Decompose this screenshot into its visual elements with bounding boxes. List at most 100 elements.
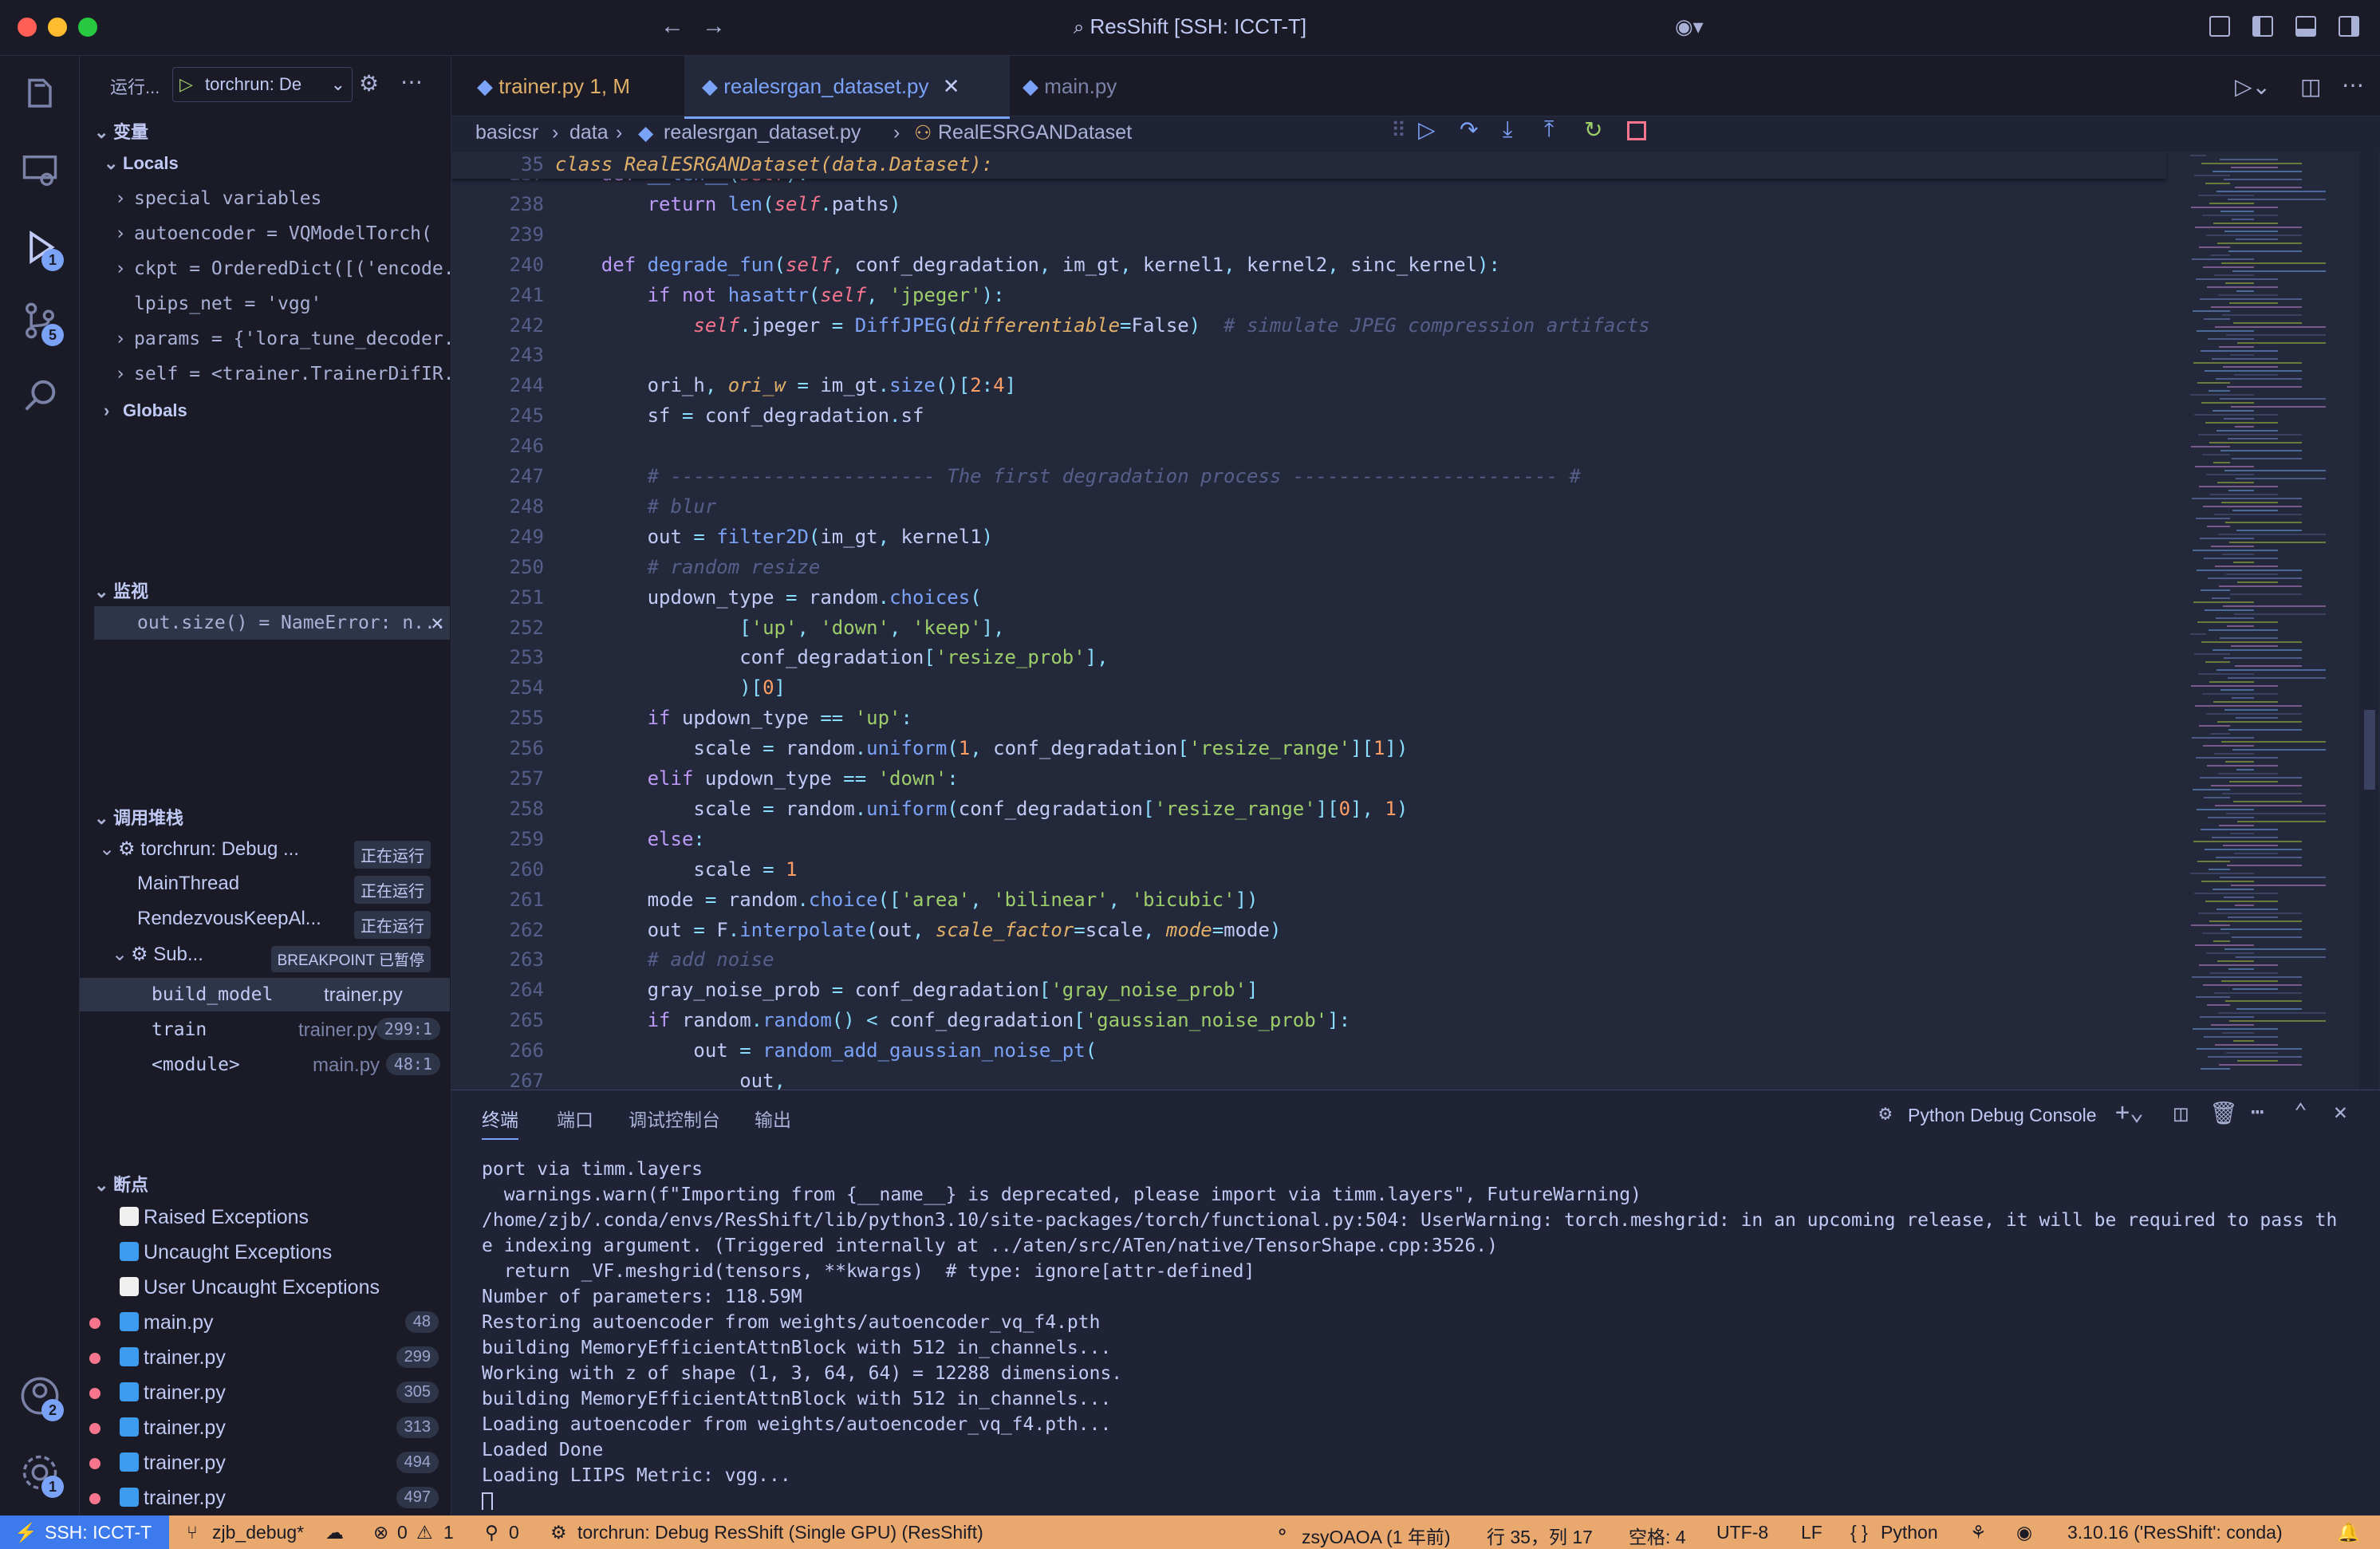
- locals-header[interactable]: ⌄ Locals: [104, 153, 179, 174]
- line-number[interactable]: 263: [480, 948, 544, 971]
- line-number[interactable]: 261: [480, 889, 544, 911]
- restart-icon[interactable]: ↻: [1584, 116, 1602, 143]
- launch-config-select[interactable]: ▷ torchrun: De ⌄: [172, 67, 353, 102]
- code-line[interactable]: 265 if random.random() < conf_degradatio…: [451, 1006, 2166, 1036]
- line-number[interactable]: 259: [480, 828, 544, 850]
- line-number[interactable]: 238: [480, 193, 544, 215]
- tab-trainer[interactable]: ◆ trainer.py 1, M: [459, 56, 695, 116]
- breakpoint-item[interactable]: main.py 48: [80, 1307, 451, 1340]
- line-number[interactable]: 246: [480, 435, 544, 457]
- remote-explorer-icon[interactable]: [19, 150, 61, 191]
- language-mode[interactable]: Python: [1881, 1522, 1938, 1543]
- code-line[interactable]: 247 # ----------------------- The first …: [451, 462, 2166, 492]
- tab-terminal[interactable]: 终端: [482, 1105, 518, 1140]
- warning-count[interactable]: 1: [443, 1522, 454, 1543]
- session-row[interactable]: ⌄ ⚙ torchrun: Debug ... 正在运行: [99, 838, 442, 869]
- code-line[interactable]: 241 if not hasattr(self, 'jpeger'):: [451, 281, 2166, 311]
- copilot-icon[interactable]: ◉: [2016, 1522, 2032, 1543]
- breakpoints-header[interactable]: ⌄ 断点: [94, 1171, 148, 1196]
- code-line[interactable]: 262 out = F.interpolate(out, scale_facto…: [451, 916, 2166, 946]
- terminal-output[interactable]: port via timm.layers warnings.warn(f"Imp…: [451, 1159, 2380, 1510]
- line-number[interactable]: 252: [480, 617, 544, 639]
- line-number[interactable]: 247: [480, 465, 544, 487]
- remote-indicator[interactable]: ⚡ SSH: ICCT-T: [0, 1515, 169, 1549]
- code-line[interactable]: 252 ['up', 'down', 'keep'],: [451, 613, 2166, 644]
- breadcrumb-item[interactable]: RealESRGANDataset: [938, 121, 1132, 144]
- subprocess-row[interactable]: ⌄ ⚙ Sub... BREAKPOINT 已暂停: [112, 943, 442, 975]
- code-line[interactable]: 246: [451, 432, 2166, 462]
- toggle-sidebar-icon[interactable]: [2252, 16, 2273, 37]
- breakpoint-item[interactable]: trainer.py 299: [80, 1342, 451, 1375]
- toggle-secondary-sidebar-icon[interactable]: [2339, 16, 2359, 37]
- error-count[interactable]: 0: [397, 1522, 408, 1543]
- line-number[interactable]: 267: [480, 1070, 544, 1090]
- search-icon[interactable]: [19, 375, 61, 416]
- code-lines[interactable]: 237 def __len__(self):238 return len(sel…: [451, 166, 2166, 1090]
- code-line[interactable]: 253 conf_degradation['resize_prob'],: [451, 643, 2166, 673]
- line-ending[interactable]: LF: [1801, 1522, 1822, 1543]
- breakpoint-item[interactable]: trainer.py 494: [80, 1447, 451, 1480]
- stack-frame[interactable]: <module> main.py 48:1: [80, 1048, 450, 1082]
- more-icon[interactable]: ⋯: [2251, 1098, 2264, 1125]
- variable-row[interactable]: › autoencoder = VQModelTorch(: [115, 223, 450, 244]
- breakpoint-item[interactable]: trainer.py 497: [80, 1482, 451, 1515]
- ports-count[interactable]: 0: [509, 1522, 519, 1543]
- step-out-icon[interactable]: ⤒: [1544, 116, 1554, 143]
- sticky-scroll[interactable]: 35 class RealESRGANDataset(data.Dataset)…: [451, 152, 2166, 179]
- explorer-icon[interactable]: [19, 75, 61, 116]
- code-line[interactable]: 245 sf = conf_degradation.sf: [451, 401, 2166, 432]
- code-line[interactable]: 240 def degrade_fun(self, conf_degradati…: [451, 250, 2166, 281]
- thread-row[interactable]: RendezvousKeepAl... 正在运行: [137, 908, 442, 940]
- code-line[interactable]: 260 scale = 1: [451, 855, 2166, 885]
- variable-row[interactable]: › self = <trainer.TrainerDifIR...: [115, 364, 450, 384]
- variables-header[interactable]: ⌄ 变量: [94, 118, 148, 144]
- checkbox[interactable]: [120, 1452, 139, 1472]
- line-number[interactable]: 255: [480, 707, 544, 729]
- code-editor[interactable]: 35 class RealESRGANDataset(data.Dataset)…: [451, 152, 2380, 1090]
- line-number[interactable]: 257: [480, 767, 544, 790]
- maximize-panel-icon[interactable]: ⌃: [2294, 1098, 2307, 1125]
- bell-icon[interactable]: 🔔: [2337, 1522, 2360, 1543]
- line-number[interactable]: 260: [480, 858, 544, 881]
- branch-name[interactable]: zjb_debug*: [212, 1522, 304, 1543]
- toggle-panel-icon[interactable]: [2295, 16, 2316, 37]
- stack-frame-active[interactable]: build_model trainer.py: [80, 978, 450, 1011]
- tab-ports[interactable]: 端口: [557, 1105, 593, 1132]
- minimap[interactable]: [2174, 152, 2342, 1090]
- code-line[interactable]: 249 out = filter2D(im_gt, kernel1): [451, 522, 2166, 553]
- scrollbar-thumb[interactable]: [2364, 710, 2375, 790]
- code-line[interactable]: 238 return len(self.paths): [451, 190, 2166, 220]
- line-number[interactable]: 256: [480, 737, 544, 759]
- tab-output[interactable]: 输出: [755, 1105, 791, 1132]
- variable-row[interactable]: › ckpt = OrderedDict([('encode...: [115, 258, 450, 279]
- more-icon[interactable]: ⋯: [400, 69, 423, 95]
- code-line[interactable]: 239: [451, 220, 2166, 250]
- line-number[interactable]: 248: [480, 495, 544, 518]
- more-icon[interactable]: ⋯: [2342, 72, 2364, 98]
- line-number[interactable]: 242: [480, 314, 544, 337]
- extension-icon[interactable]: ⚘: [1970, 1522, 1987, 1543]
- encoding[interactable]: UTF-8: [1716, 1522, 1768, 1543]
- watch-header[interactable]: ⌄ 监视: [94, 577, 148, 603]
- line-number[interactable]: 245: [480, 404, 544, 427]
- debug-session-status[interactable]: torchrun: Debug ResShift (Single GPU) (R…: [577, 1522, 983, 1543]
- code-line[interactable]: 257 elif updown_type == 'down':: [451, 764, 2166, 794]
- code-line[interactable]: 242 self.jpeger = DiffJPEG(differentiabl…: [451, 311, 2166, 341]
- code-line[interactable]: 250 # random resize: [451, 553, 2166, 583]
- breadcrumb-item[interactable]: data: [569, 121, 609, 144]
- run-file-icon[interactable]: ▷⌄: [2235, 73, 2271, 100]
- breadcrumb-item[interactable]: realesrgan_dataset.py: [664, 121, 861, 144]
- continue-icon[interactable]: ▷: [1418, 116, 1436, 143]
- code-line[interactable]: 264 gray_noise_prob = conf_degradation['…: [451, 976, 2166, 1006]
- terminal-selector[interactable]: Python Debug Console: [1908, 1105, 2097, 1126]
- close-icon[interactable]: ✕: [943, 74, 960, 98]
- step-over-icon[interactable]: ↷: [1460, 116, 1478, 143]
- tab-main[interactable]: ◆ main.py: [1005, 56, 1166, 116]
- stop-icon[interactable]: [1627, 121, 1646, 140]
- window-title[interactable]: ⌕ ResShift [SSH: ICCT-T]: [0, 14, 2380, 39]
- code-line[interactable]: 244 ori_h, ori_w = im_gt.size()[2:4]: [451, 371, 2166, 401]
- line-number[interactable]: 266: [480, 1039, 544, 1062]
- indentation[interactable]: 空格: 4: [1629, 1522, 1686, 1549]
- variable-row[interactable]: lpips_net = 'vgg': [134, 294, 469, 314]
- checkbox[interactable]: [120, 1242, 139, 1261]
